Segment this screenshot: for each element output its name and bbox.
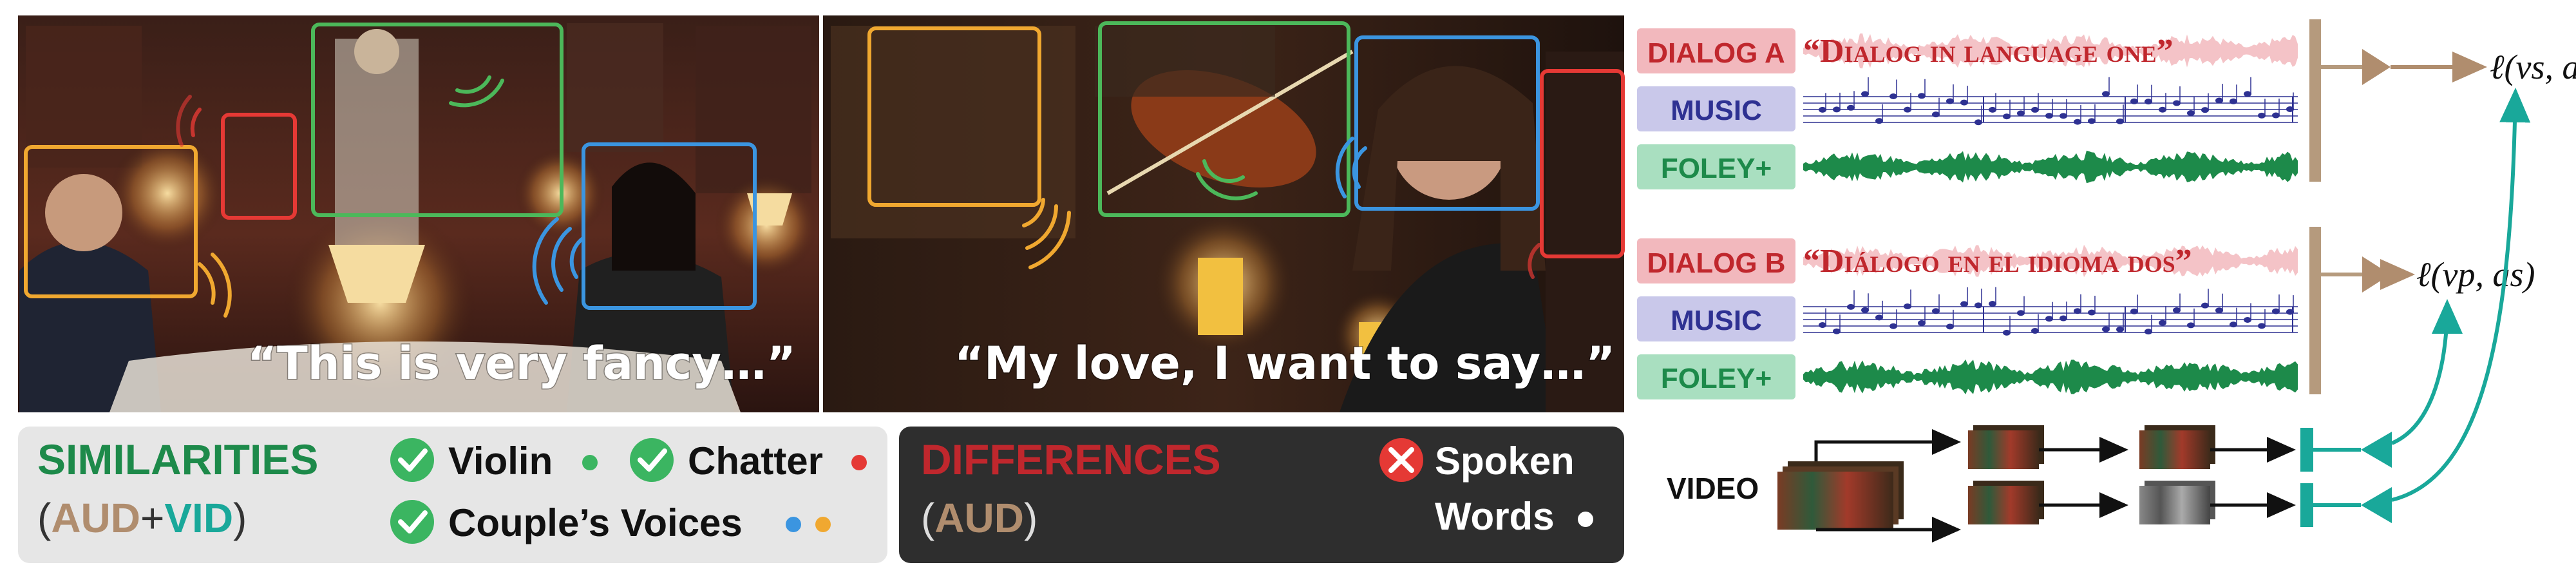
- music-a-label: MUSIC: [1671, 95, 1762, 126]
- loss-a-label: ℓ(vs, ap): [2490, 48, 2576, 86]
- foley-b-label: FOLEY+: [1661, 363, 1772, 394]
- video-clip-lower-2: [2139, 481, 2215, 524]
- difference-item-line1: Spoken: [1435, 439, 1575, 483]
- foley-a-waveform: [1803, 150, 2298, 184]
- dialog-a-label: DIALOG A: [1647, 37, 1785, 69]
- audio-encoder-a: [2362, 49, 2391, 85]
- mix-bar-a: [2309, 19, 2321, 182]
- video-label: VIDEO: [1667, 472, 1759, 505]
- audio-tracks-b: DIALOG B “Diálogo en el idioma dos” MUSI…: [1637, 227, 2535, 399]
- audio-tracks-a: DIALOG A “Dialog in language one” MUSIC …: [1637, 19, 2576, 189]
- similarity-item-violin: Violin: [448, 439, 553, 483]
- yellow-dot-icon: [815, 517, 831, 532]
- white-dot-icon: [1578, 512, 1593, 527]
- mix-bar-b: [2309, 227, 2321, 394]
- differences-panel: DIFFERENCES (AUD) Spoken Words: [899, 427, 1624, 563]
- foley-a-label: FOLEY+: [1661, 153, 1772, 184]
- check-icon: [630, 438, 674, 482]
- video-feature-lower: [2300, 483, 2313, 527]
- loss-b-label: ℓ(vp, as): [2416, 255, 2535, 294]
- dialog-a-text: “Dialog in language one”: [1803, 33, 2174, 70]
- difference-item-line2: Words: [1435, 495, 1555, 538]
- x-mark-icon: [1379, 438, 1423, 482]
- check-icon: [390, 438, 434, 482]
- green-dot-icon: [582, 455, 598, 470]
- video-clip-upper-1: [1968, 425, 2044, 469]
- arrow-to-loss-a: [2391, 88, 2531, 502]
- foley-b-waveform: [1803, 359, 2298, 395]
- dialog-b-label: DIALOG B: [1647, 247, 1785, 279]
- differences-subtitle: (AUD): [921, 495, 1037, 541]
- video-clip-input: [1777, 461, 1904, 530]
- scene-1-caption: “This is very fancy…”: [247, 337, 796, 390]
- similarities-title: SIMILARITIES: [37, 436, 318, 483]
- check-icon: [390, 500, 434, 544]
- video-encoder-lower: [2361, 487, 2392, 523]
- scene-2-caption: “My love, I want to say…”: [954, 337, 1615, 390]
- method-figure: “This is very fancy…” “My love, I want t…: [18, 15, 2576, 563]
- differences-title: DIFFERENCES: [921, 436, 1221, 483]
- dialog-b-text: “Diálogo en el idioma dos”: [1803, 243, 2192, 280]
- similarity-item-chatter: Chatter: [688, 439, 823, 483]
- audio-encoder-b: [2362, 256, 2391, 293]
- video-clip-upper-2: [2139, 425, 2215, 469]
- video-encoder-upper: [2361, 432, 2392, 468]
- music-b-staff: [1803, 287, 2298, 336]
- video-clip-lower-1: [1968, 481, 2044, 524]
- blue-dot-icon: [786, 517, 801, 532]
- music-a-staff: [1803, 77, 2298, 126]
- similarities-subtitle: (AUD+VID): [37, 495, 247, 541]
- similarities-panel: SIMILARITIES (AUD+VID) Violin Chatter Co…: [18, 427, 887, 563]
- music-b-label: MUSIC: [1671, 305, 1762, 336]
- video-feature-upper: [2300, 428, 2313, 472]
- similarity-item-voices: Couple’s Voices: [448, 501, 743, 544]
- arrow-to-loss-b: [2391, 299, 2463, 445]
- red-dot-icon: [851, 455, 867, 470]
